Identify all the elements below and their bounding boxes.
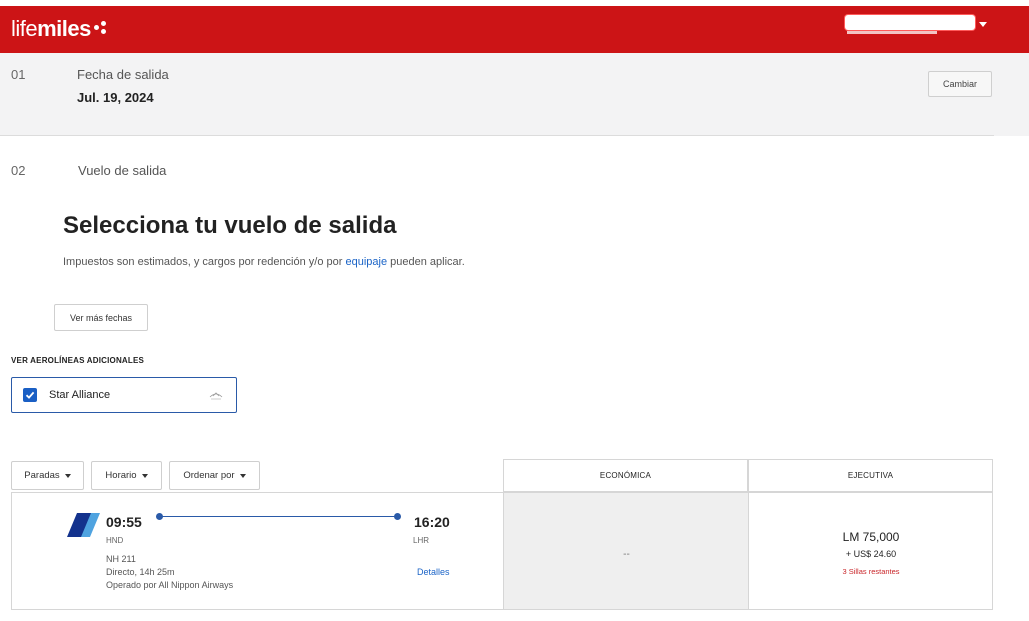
stops-filter-label: Paradas (24, 470, 60, 481)
chevron-down-icon[interactable] (979, 22, 987, 27)
economy-column-header: ECONÓMICA (503, 459, 748, 492)
flight-filters-header: Paradas Horario Ordenar por ECONÓMICA EJ… (11, 459, 993, 492)
flight-duration: Directo, 14h 25m (106, 567, 175, 577)
business-fare-cell[interactable]: LM 75,000 + US$ 24.60 3 Sillas restantes (748, 493, 993, 609)
sort-filter[interactable]: Ordenar por (169, 461, 260, 490)
chevron-down-icon (239, 473, 246, 478)
business-cash-price: + US$ 24.60 (845, 549, 897, 559)
star-alliance-option[interactable]: Star Alliance (11, 377, 237, 413)
economy-unavailable: -- (623, 549, 630, 560)
checkmark-icon (25, 391, 35, 399)
ana-airline-logo-icon (67, 513, 100, 537)
economy-fare-cell: -- (503, 493, 749, 609)
page-title: Selecciona tu vuelo de salida (63, 212, 397, 239)
user-account-menu[interactable] (845, 15, 975, 30)
disclaimer-text: Impuestos son estimados, y cargos por re… (63, 256, 346, 268)
seats-remaining: 3 Sillas restantes (842, 567, 900, 576)
flight-number: NH 211 (106, 554, 136, 564)
destination-airport: LHR (413, 536, 430, 545)
route-line (159, 516, 397, 517)
logo-text-light: life (11, 16, 38, 41)
business-column-header: EJECUTIVA (748, 459, 993, 492)
additional-airlines-label: VER AEROLÍNEAS ADICIONALES (11, 356, 145, 365)
star-alliance-icon (209, 392, 223, 400)
logo-dots-icon (94, 21, 108, 35)
lifemiles-logo[interactable]: lifemiles (11, 16, 91, 42)
more-dates-button[interactable]: Ver más fechas (54, 304, 148, 331)
top-navbar: lifemiles (0, 6, 1029, 53)
departure-time: 09:55 (106, 514, 142, 530)
business-miles-price: LM 75,000 (842, 530, 900, 544)
step-label: Vuelo de salida (78, 163, 167, 178)
chevron-down-icon (64, 473, 71, 478)
disclaimer-text-end: pueden aplicar. (387, 256, 465, 268)
departure-date-section: 01 Fecha de salida Jul. 19, 2024 Cambiar (0, 53, 1029, 136)
flight-result-row: 09:55 16:20 HND LHR NH 211 Directo, 14h … (11, 492, 993, 610)
arrival-time: 16:20 (414, 514, 450, 530)
departure-date-value: Jul. 19, 2024 (77, 90, 154, 105)
step-label: Fecha de salida (77, 67, 169, 82)
schedule-filter[interactable]: Horario (91, 461, 162, 490)
step-number: 02 (11, 163, 26, 178)
chevron-down-icon (141, 473, 148, 478)
user-account-subtext (847, 31, 937, 34)
destination-dot (394, 513, 401, 520)
stops-filter[interactable]: Paradas (11, 461, 84, 490)
flight-operator: Operado por All Nippon Airways (106, 580, 234, 590)
taxes-disclaimer: Impuestos son estimados, y cargos por re… (63, 256, 465, 268)
change-date-button[interactable]: Cambiar (928, 71, 992, 97)
checkbox-checked[interactable] (23, 388, 37, 402)
baggage-link[interactable]: equipaje (345, 256, 387, 268)
sort-filter-label: Ordenar por (183, 470, 235, 481)
flight-details-link[interactable]: Detalles (417, 567, 450, 577)
schedule-filter-label: Horario (105, 470, 137, 481)
logo-text-bold: miles (37, 16, 91, 41)
step-number: 01 (11, 67, 26, 82)
section-divider (0, 135, 994, 136)
star-alliance-label: Star Alliance (49, 389, 111, 401)
origin-airport: HND (106, 536, 124, 545)
